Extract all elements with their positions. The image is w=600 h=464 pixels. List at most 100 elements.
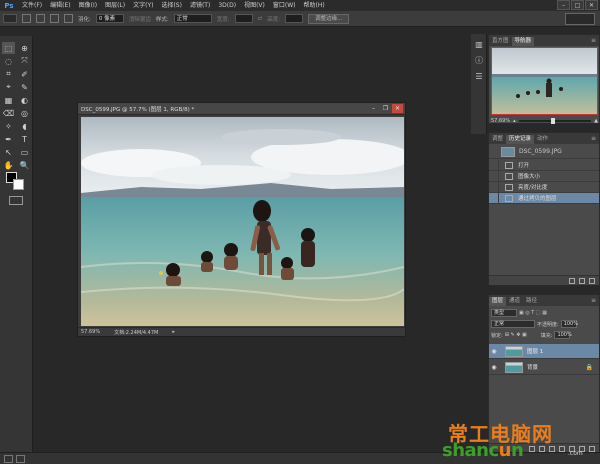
maximize-button[interactable]: □ [571,0,584,10]
layer-row-layer-1[interactable]: ◉ 图层 1 [489,344,599,359]
history-snapshot[interactable]: DSC_0599.JPG [489,145,599,159]
zoom-slider-knob[interactable] [551,117,556,124]
menu-filter[interactable]: 滤镜(T) [186,0,214,11]
status-menu-arrow[interactable]: ▸ [172,329,175,335]
menu-edit[interactable]: 编辑(E) [46,0,74,11]
image-canvas[interactable] [81,117,404,326]
refine-edge-button[interactable]: 调整边缘... [308,13,350,24]
swap-icon[interactable]: ⇄ [258,16,263,22]
minimize-button[interactable]: – [557,0,570,10]
new-group-icon[interactable] [569,445,575,452]
height-input[interactable] [285,14,304,23]
feather-input[interactable]: 0 像素 [95,14,124,23]
path-select-icon[interactable]: ↖ [2,146,15,158]
tab-layers[interactable]: 图层 [489,297,507,306]
link-layers-icon[interactable] [529,445,535,452]
visibility-eye-icon[interactable]: ◉ [489,348,499,355]
tab-histogram[interactable]: 直方图 [489,37,512,46]
add-mask-icon[interactable] [549,445,555,452]
clone-stamp-icon[interactable]: ▦ [2,94,15,106]
brush-tool-icon[interactable]: ✎ [18,81,31,93]
eraser-tool-icon[interactable]: ⌫ [2,107,15,119]
adjustment-layer-icon[interactable] [559,445,565,452]
hand-tool-icon[interactable]: ✋ [2,159,15,171]
tab-paths[interactable]: 路径 [523,297,540,306]
panel-menu-icon[interactable]: ≡ [591,135,596,142]
move-tool-icon[interactable]: ⊕ [18,42,31,54]
layer-kind-filter[interactable]: 类型 [491,309,517,317]
quick-select-tool-icon[interactable]: ⤧ [18,55,31,67]
type-tool-icon[interactable]: T [18,133,31,145]
layer-row-background[interactable]: ◉ 背景 🔒 [489,360,599,375]
snapshot-icon[interactable] [579,277,585,284]
tab-actions[interactable]: 动作 [534,135,551,144]
subtract-selection-icon[interactable] [50,14,59,23]
menu-help[interactable]: 帮助(H) [300,0,329,11]
new-selection-icon[interactable] [22,14,31,23]
history-brush-icon[interactable]: ◐ [18,94,31,106]
tab-channels[interactable]: 通道 [506,297,523,306]
histogram-icon[interactable]: ▥ [473,38,485,50]
info-icon[interactable]: ⓘ [473,54,485,66]
document-title-bar[interactable]: DSC_0599.JPG @ 57.7% (图层 1, RGB/8) * – ❐… [78,103,405,115]
style-select[interactable]: 正常 [173,14,212,23]
close-button[interactable]: ✕ [585,0,598,10]
menu-file[interactable]: 文件(F) [18,0,46,11]
blend-mode-select[interactable]: 正常 [491,320,535,328]
layer-name[interactable]: 图层 1 [527,347,543,355]
menu-view[interactable]: 视图(V) [240,0,269,11]
opacity-input[interactable]: 100% [560,320,578,328]
lasso-tool-icon[interactable]: ◌ [2,55,15,67]
antialias-checkbox[interactable]: 消除锯齿 [129,15,151,23]
blur-tool-icon[interactable]: ✧ [2,120,15,132]
marquee-tool-icon[interactable]: ⬚ [2,42,15,54]
filter-icons[interactable]: ▣ ◎ T ⬚ ▦ [519,310,547,316]
quick-mask-icon[interactable] [9,196,23,205]
add-selection-icon[interactable] [36,14,45,23]
dodge-tool-icon[interactable]: ◖ [18,120,31,132]
panel-menu-icon[interactable]: ≡ [591,297,596,304]
menu-image[interactable]: 图像(I) [75,0,101,11]
zoom-slider[interactable] [518,117,592,124]
menu-select[interactable]: 选择(S) [157,0,186,11]
history-item-selected[interactable]: 通过拷贝的图层 [489,193,599,204]
visibility-eye-icon[interactable]: ◉ [489,364,499,371]
pen-tool-icon[interactable]: ✒ [2,133,15,145]
history-item[interactable]: 打开 [489,160,599,171]
layer-name[interactable]: 背景 [527,363,538,371]
lock-icons[interactable]: ⊞ ✎ ✥ ▣ [505,332,527,338]
workspace-switcher[interactable] [565,13,595,25]
eyedropper-tool-icon[interactable]: ✐ [18,68,31,80]
new-layer-icon[interactable] [579,445,585,452]
status-zoom[interactable]: 57.69% [81,329,100,335]
timeline-icon[interactable] [16,454,25,463]
intersect-selection-icon[interactable] [64,14,73,23]
navigator-thumbnail[interactable] [491,47,598,115]
zoom-in-icon[interactable]: ▲ [594,118,598,124]
tab-history[interactable]: 历史记录 [506,135,535,144]
tool-preset-picker[interactable] [3,14,17,23]
properties-icon[interactable]: ☰ [473,70,485,82]
healing-brush-icon[interactable]: ⌖ [2,81,15,93]
navigator-zoom-value[interactable]: 57.69% [491,118,510,124]
doc-close-button[interactable]: ✕ [392,104,403,113]
menu-3d[interactable]: 3D(D) [214,0,240,11]
tab-adjustments[interactable]: 调整 [489,135,506,144]
history-item[interactable]: 图像大小 [489,171,599,182]
crop-tool-icon[interactable]: ⌗ [2,68,15,80]
mini-bridge-icon[interactable] [4,454,13,463]
zoom-tool-icon[interactable]: 🔍 [18,159,31,171]
width-input[interactable] [234,14,253,23]
background-color-swatch[interactable] [13,179,24,190]
panel-menu-icon[interactable]: ≡ [591,37,596,44]
layer-style-icon[interactable] [539,445,545,452]
tab-navigator[interactable]: 导航器 [511,37,535,46]
menu-window[interactable]: 窗口(W) [269,0,300,11]
doc-minimize-button[interactable]: – [368,104,379,113]
menu-type[interactable]: 文字(Y) [129,0,157,11]
doc-maximize-button[interactable]: ❐ [380,104,391,113]
new-document-from-state-icon[interactable] [569,277,575,284]
zoom-out-icon[interactable]: ▴ [513,118,516,124]
fill-input[interactable]: 100% [554,331,572,339]
gradient-tool-icon[interactable]: ◎ [18,107,31,119]
